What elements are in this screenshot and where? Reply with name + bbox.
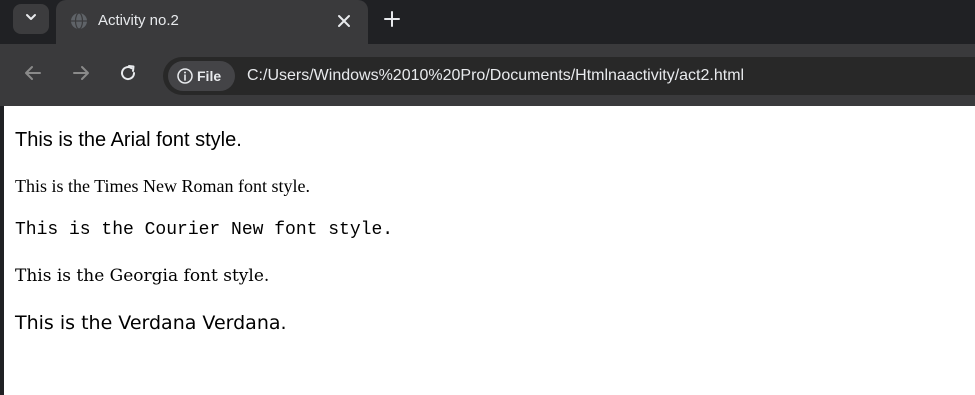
georgia-text-line: This is the Georgia font style. [15,266,270,286]
close-icon[interactable] [334,11,354,31]
reload-icon [118,63,138,88]
address-bar[interactable]: File C:/Users/Windows%2010%20Pro/Documen… [163,57,975,95]
plus-icon [384,10,400,32]
url-text[interactable]: C:/Users/Windows%2010%20Pro/Documents/Ht… [247,66,744,86]
times-text-line: This is the Times New Roman font style. [15,176,311,196]
page-content: This is the Arial font style. This is th… [0,106,975,395]
courier-text-line: This is the Courier New font style. [15,220,394,240]
reload-button[interactable] [115,62,141,88]
info-icon [177,68,193,84]
site-info-chip[interactable]: File [168,61,235,91]
site-chip-label: File [197,68,222,84]
tab-title: Activity no.2 [98,12,179,29]
verdana-text-line: This is the Verdana Verdana. [15,312,287,334]
tab-strip: Activity no.2 [0,0,975,44]
chevron-down-icon [24,10,38,29]
globe-icon [70,12,88,30]
browser-toolbar: File C:/Users/Windows%2010%20Pro/Documen… [0,44,975,106]
back-button[interactable] [20,62,46,88]
browser-window: Activity no.2 File C:/Users/Windows%2010… [0,0,975,395]
tab-search-button[interactable] [13,4,49,34]
forward-button[interactable] [68,62,94,88]
arrow-left-icon [23,63,43,88]
arial-text-line: This is the Arial font style. [15,129,242,151]
new-tab-button[interactable] [380,9,404,33]
arrow-right-icon [71,63,91,88]
tab-activity[interactable]: Activity no.2 [56,0,368,44]
